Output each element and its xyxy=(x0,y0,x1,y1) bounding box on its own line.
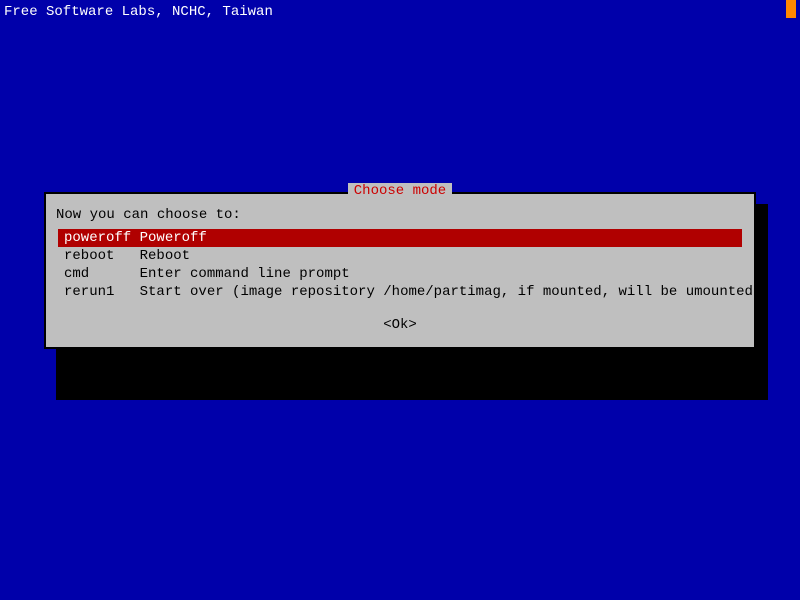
menu-item-key: poweroff xyxy=(64,230,131,246)
menu-list: poweroff Poweroff reboot Reboot cmd Ente… xyxy=(56,229,744,301)
dialog-prompt: Now you can choose to: xyxy=(56,203,744,229)
menu-item-desc: Poweroff xyxy=(140,230,207,246)
dialog-title: Choose mode xyxy=(348,183,452,199)
menu-item-poweroff[interactable]: poweroff Poweroff xyxy=(58,229,742,247)
header-text: Free Software Labs, NCHC, Taiwan xyxy=(0,0,800,24)
menu-item-key: reboot xyxy=(64,248,131,264)
menu-item-key: cmd xyxy=(64,266,131,282)
indicator-bar xyxy=(786,0,796,18)
ok-button[interactable]: <Ok> xyxy=(383,317,417,333)
menu-item-desc: Start over (image repository /home/parti… xyxy=(140,284,762,300)
menu-item-desc: Reboot xyxy=(140,248,190,264)
menu-item-cmd[interactable]: cmd Enter command line prompt xyxy=(58,265,742,283)
menu-item-key: rerun1 xyxy=(64,284,131,300)
menu-item-reboot[interactable]: reboot Reboot xyxy=(58,247,742,265)
menu-item-rerun1[interactable]: rerun1 Start over (image repository /hom… xyxy=(58,283,742,301)
menu-item-desc: Enter command line prompt xyxy=(140,266,350,282)
dialog-box: Choose mode Now you can choose to: power… xyxy=(44,192,756,349)
